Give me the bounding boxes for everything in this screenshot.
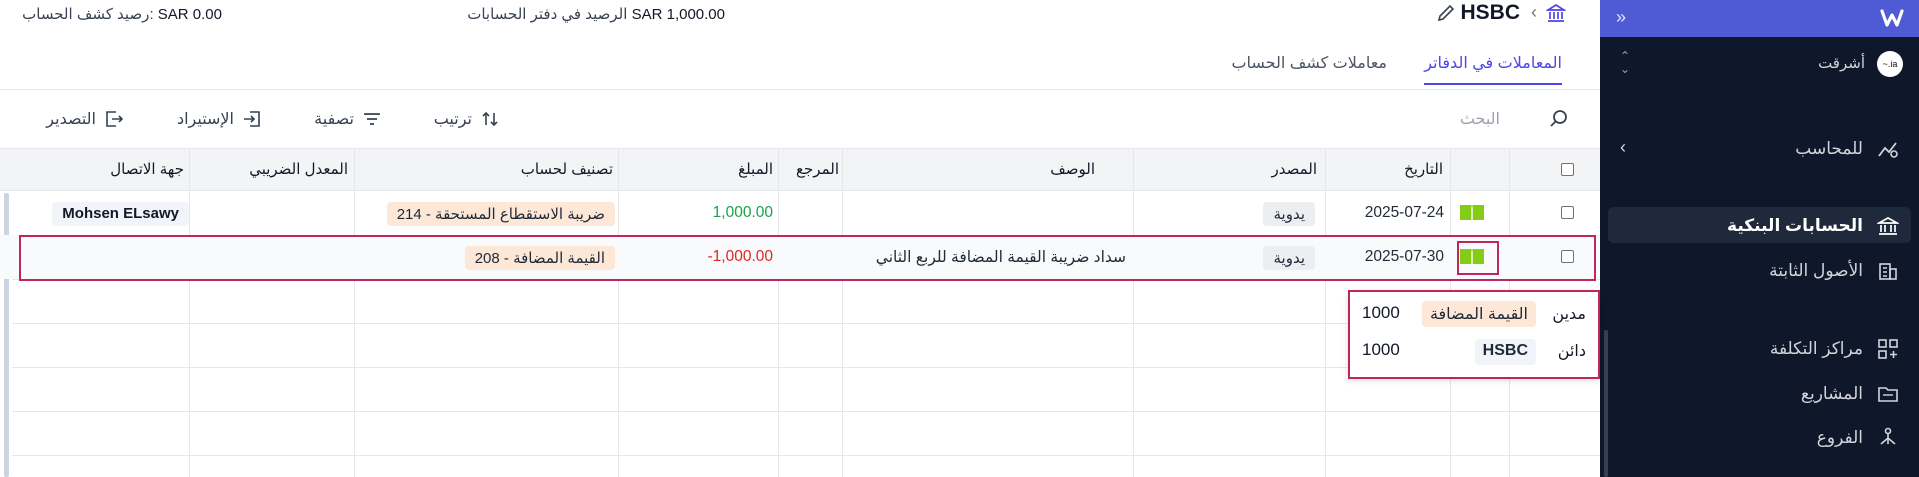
- app-root: » ~.ia أشرقت ⌃ ⌄ للمحاسب ‹ الحسابات البنك…: [0, 0, 1919, 477]
- row-divider: [12, 455, 1600, 456]
- tab-ledger-transactions[interactable]: المعاملات في الدفاتر: [1424, 53, 1562, 85]
- cell-account[interactable]: 214 - ضريبة الاستقطاع المستحقة: [386, 202, 615, 226]
- sidebar-item-branches[interactable]: الفروع: [1600, 419, 1919, 455]
- cell-date: 2025-07-24: [1364, 204, 1444, 221]
- sidebar-item-fixed-assets[interactable]: الأصول الثابتة: [1600, 252, 1919, 288]
- main-content: ‹ HSBC الرصيد في دفتر الحسابات SAR 1,000…: [0, 0, 1600, 477]
- header-amount[interactable]: المبلغ: [738, 160, 773, 178]
- sidebar-item-cost-centers[interactable]: مراكز التكلفة: [1600, 330, 1919, 366]
- grid-plus-icon: [1878, 339, 1898, 359]
- cell-contact[interactable]: Mohsen ELsawy: [52, 202, 189, 226]
- column-divider: [354, 148, 355, 477]
- import-button[interactable]: الإستيراد: [168, 107, 262, 131]
- accountant-icon: [1878, 142, 1898, 158]
- table-header: التاريخ المصدر الوصف المرجع المبلغ تصنيف…: [0, 148, 1600, 191]
- sidebar-item-projects[interactable]: المشاريع: [1600, 375, 1919, 411]
- ledger-balance-label: الرصيد في دفتر الحسابات: [467, 6, 628, 23]
- sidebar-item-label: الحسابات البنكية: [1727, 216, 1863, 235]
- pencil-icon[interactable]: [1436, 3, 1456, 23]
- debit-amount: 1000: [1362, 303, 1400, 322]
- column-divider: [1325, 148, 1326, 477]
- statement-balance: رصيد كشف الحساب: SAR 0.00: [22, 5, 222, 23]
- export-label: التصدير: [46, 111, 96, 128]
- sort-button[interactable]: ترتيب: [428, 107, 500, 131]
- header-account[interactable]: تصنيف لحساب: [521, 160, 613, 178]
- import-label: الإستيراد: [176, 111, 234, 128]
- search-input[interactable]: البحث: [1460, 109, 1500, 129]
- building-icon: [1879, 263, 1897, 280]
- column-divider: [189, 148, 190, 477]
- cell-amount[interactable]: 1,000.00: [713, 204, 773, 222]
- bank-icon: [1877, 217, 1899, 235]
- cell-source: يدوية: [1263, 202, 1315, 226]
- filter-button[interactable]: تصفية: [306, 107, 382, 131]
- header-source[interactable]: المصدر: [1271, 160, 1317, 178]
- filter-label: تصفية: [314, 111, 354, 128]
- folder-icon: [1878, 387, 1898, 402]
- highlighted-book-outline: [1457, 241, 1499, 275]
- branches-icon: [1880, 427, 1896, 445]
- header-description[interactable]: الوصف: [1050, 160, 1095, 178]
- chevron-left-icon: ‹: [1620, 137, 1626, 157]
- column-divider: [778, 148, 779, 477]
- row-checkbox[interactable]: [1561, 206, 1574, 219]
- sidebar-item-label: المشاريع: [1800, 384, 1863, 403]
- select-all-checkbox[interactable]: [1561, 163, 1574, 176]
- journal-entry-popup: مدين القيمة المضافة 1000 دائن HSBC 1000: [1348, 290, 1600, 379]
- sidebar: » ~.ia أشرقت ⌃ ⌄ للمحاسب ‹ الحسابات البنك…: [1600, 0, 1919, 477]
- sidebar-item-accountant[interactable]: للمحاسب ‹: [1600, 130, 1919, 166]
- collapse-sidebar-icon[interactable]: »: [1616, 5, 1626, 29]
- sidebar-item-bank-accounts[interactable]: الحسابات البنكية: [1608, 207, 1911, 243]
- filter-icon: [364, 113, 380, 125]
- sidebar-item-label: مراكز التكلفة: [1769, 339, 1863, 358]
- ledger-book-icon[interactable]: [1459, 203, 1485, 223]
- tabs-divider: [0, 89, 1600, 90]
- sidebar-item-label: للمحاسب: [1795, 139, 1863, 158]
- search-icon: [1550, 110, 1567, 127]
- ledger-balance: الرصيد في دفتر الحسابات SAR 1,000.00: [467, 5, 725, 23]
- app-logo-icon: [1880, 9, 1904, 27]
- org-name: أشرقت: [1818, 55, 1865, 72]
- header-contact[interactable]: جهة الاتصال: [110, 160, 184, 178]
- ledger-balance-value: SAR 1,000.00: [631, 6, 725, 23]
- sort-label: ترتيب: [433, 111, 472, 128]
- credit-amount: 1000: [1362, 340, 1400, 359]
- bank-icon[interactable]: [1546, 2, 1566, 24]
- credit-account: HSBC: [1474, 339, 1536, 365]
- debit-account: القيمة المضافة: [1421, 301, 1536, 327]
- debit-label: مدين: [1552, 306, 1586, 323]
- sidebar-item-label: الأصول الثابتة: [1769, 261, 1863, 280]
- column-divider: [1133, 148, 1134, 477]
- header-tax-rate[interactable]: المعدل الضريبي: [249, 160, 348, 178]
- sidebar-item-label: الفروع: [1816, 428, 1863, 447]
- statement-balance-value: SAR 0.00: [157, 6, 222, 23]
- tab-statement-transactions[interactable]: معاملات كشف الحساب: [1231, 53, 1387, 83]
- import-icon: [244, 111, 260, 127]
- sidebar-top-bar: »: [1600, 0, 1919, 37]
- column-divider: [618, 148, 619, 477]
- header-reference[interactable]: المرجع: [796, 160, 839, 178]
- org-avatar: ~.ia: [1877, 51, 1903, 77]
- highlighted-row-outline: [19, 235, 1596, 281]
- breadcrumb-chevron-icon: ‹: [1531, 2, 1537, 22]
- org-switcher[interactable]: ~.ia أشرقت ⌃ ⌄: [1600, 44, 1919, 84]
- statement-balance-label: رصيد كشف الحساب:: [22, 6, 154, 23]
- export-icon: [106, 111, 124, 127]
- sort-arrows-icon: [482, 111, 498, 127]
- sidebar-scrollbar[interactable]: [1604, 330, 1608, 477]
- credit-label: دائن: [1557, 343, 1586, 360]
- header-date[interactable]: التاريخ: [1404, 160, 1443, 178]
- page-title: HSBC: [1460, 1, 1520, 24]
- chevron-up-down-icon: ⌃ ⌄: [1620, 49, 1631, 76]
- row-divider: [12, 411, 1600, 412]
- export-button[interactable]: التصدير: [36, 107, 124, 131]
- column-divider: [842, 148, 843, 477]
